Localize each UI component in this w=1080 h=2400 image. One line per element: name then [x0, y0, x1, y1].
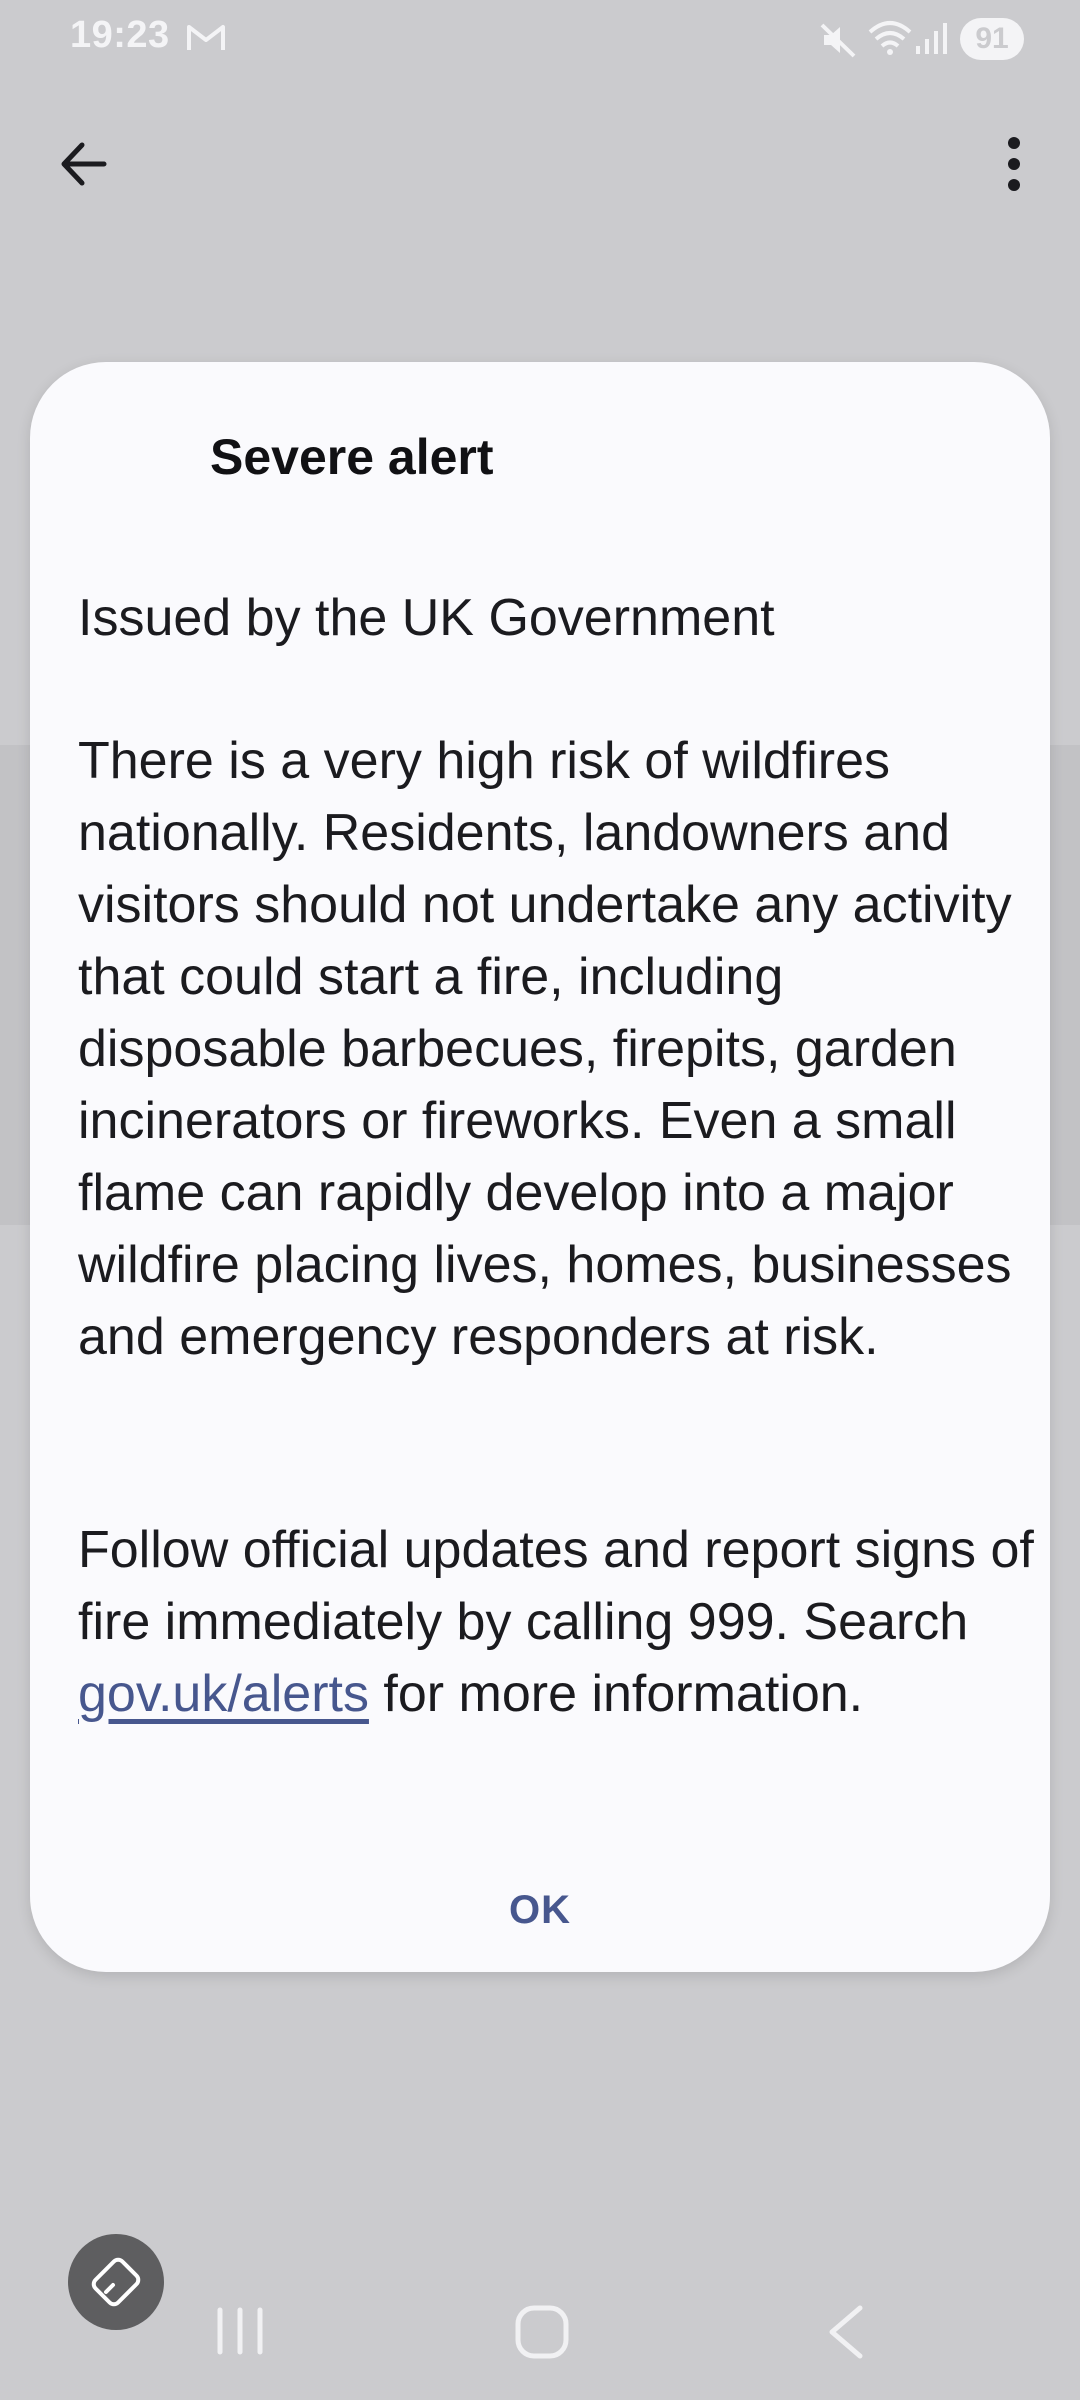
status-bar: 19:23 91: [0, 0, 1080, 80]
status-time: 19:23: [70, 14, 170, 56]
ok-button[interactable]: OK: [450, 1870, 630, 1950]
wifi-icon: [868, 21, 912, 55]
rotate-screen-button[interactable]: [68, 2234, 164, 2330]
dialog-title: Severe alert: [210, 429, 494, 485]
followup-text-end: for more information.: [368, 1665, 864, 1723]
alerts-link[interactable]: gov.uk/alerts: [78, 1665, 369, 1723]
back-button[interactable]: [44, 124, 124, 204]
arrow-left-icon: [61, 142, 107, 186]
mute-icon: [820, 23, 856, 58]
more-options-button[interactable]: [974, 124, 1054, 204]
dialog-message: There is a very high risk of wildfires n…: [78, 732, 1012, 1366]
dialog-issuer: Issued by the UK Government: [78, 589, 775, 647]
recents-button[interactable]: [210, 2306, 270, 2356]
followup-text: Follow official updates and report signs…: [78, 1521, 1034, 1651]
battery-badge: 91: [960, 18, 1024, 60]
dialog-followup: Follow official updates and report signs…: [78, 1514, 1038, 1730]
more-vertical-icon: [1008, 137, 1020, 191]
signal-icon: [916, 23, 947, 54]
nav-back-button[interactable]: [820, 2302, 870, 2362]
gmail-icon: [187, 25, 225, 50]
rotate-screen-icon: [91, 2257, 141, 2307]
alert-dialog: Severe alert Issued by the UK Government…: [30, 362, 1050, 1972]
home-button[interactable]: [514, 2304, 570, 2360]
